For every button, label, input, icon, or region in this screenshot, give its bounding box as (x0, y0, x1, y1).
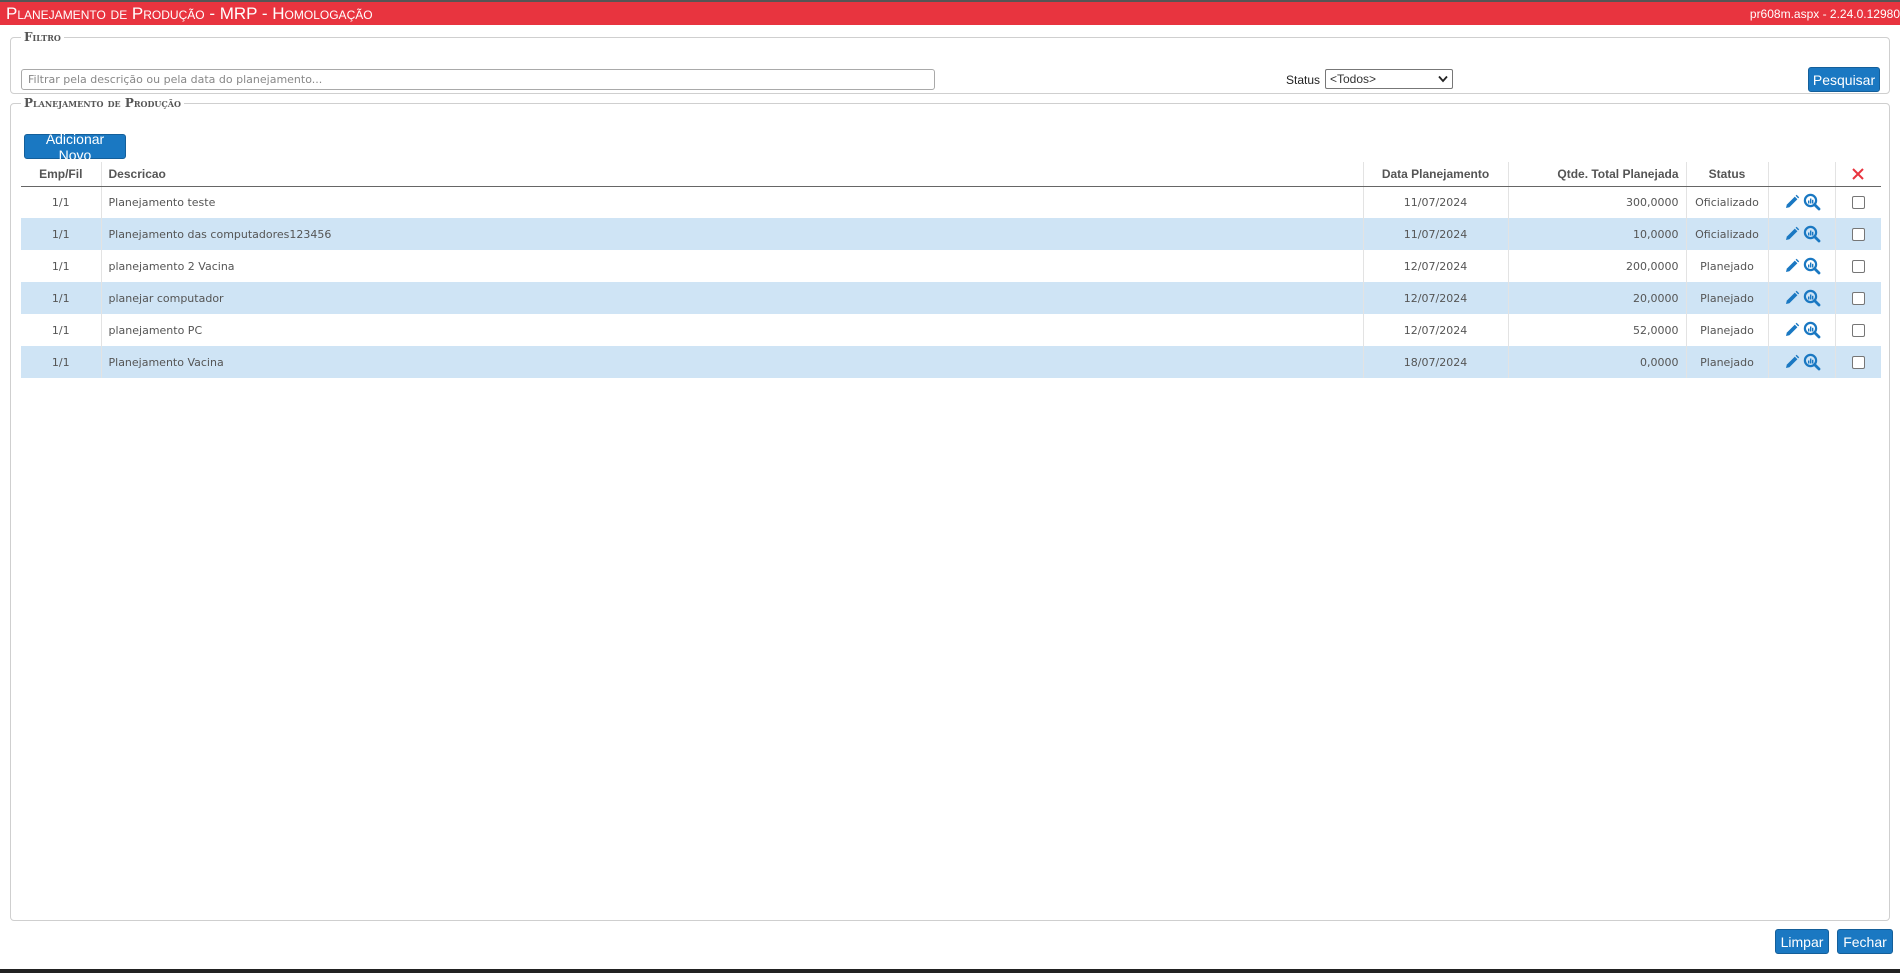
cell-actions (1767, 218, 1835, 250)
page-title: Planejamento de Produção - MRP - Homolog… (6, 3, 373, 23)
title-bar: Planejamento de Produção - MRP - Homolog… (0, 0, 1900, 25)
column-header-descricao[interactable]: Descricao (100, 162, 1363, 187)
row-checkbox[interactable] (1851, 323, 1865, 337)
cell-data-planejamento: 12/07/2024 (1362, 314, 1508, 346)
cell-emp-fil: 1/1 (51, 259, 70, 273)
cell-qtde-total: 0,0000 (1507, 346, 1686, 378)
planning-legend: Planejamento de Produção (24, 96, 181, 110)
magnifier-chart-icon[interactable] (1803, 225, 1821, 243)
cell-status: Planejado (1685, 314, 1768, 346)
version-label: pr608m.aspx - 2.24.0.12980 (1749, 6, 1900, 21)
filter-panel: Filtro Status <Todos> Pesquisar (10, 30, 1890, 94)
cell-descricao: Planejamento Vacina (100, 346, 1363, 378)
add-new-button[interactable]: Adicionar Novo (24, 131, 126, 163)
status-selected-value: <Todos> (1330, 72, 1377, 86)
filter-legend: Filtro (24, 30, 61, 44)
bottom-strip (0, 969, 1900, 973)
cell-status: Oficializado (1685, 186, 1768, 218)
row-checkbox[interactable] (1851, 227, 1865, 241)
column-header-delete (1834, 162, 1881, 187)
table-header-row: Emp/Fil Descricao Data Planejamento Qtde… (21, 162, 1881, 187)
column-header-status[interactable]: Status (1685, 162, 1768, 187)
column-header-emp-fil[interactable]: Emp/Fil (21, 162, 101, 187)
cell-data-planejamento: 11/07/2024 (1362, 218, 1508, 250)
magnifier-chart-icon[interactable] (1803, 257, 1821, 275)
pencil-icon[interactable] (1783, 257, 1801, 275)
cell-qtde-total: 200,0000 (1507, 250, 1686, 282)
cell-status: Planejado (1685, 282, 1768, 314)
pencil-icon[interactable] (1783, 321, 1801, 339)
search-button[interactable]: Pesquisar (1808, 67, 1880, 92)
cell-status: Planejado (1685, 250, 1768, 282)
cell-data-planejamento: 18/07/2024 (1362, 346, 1508, 378)
cell-emp-fil: 1/1 (21, 282, 101, 314)
cell-descricao: planejamento PC (100, 314, 1363, 346)
table-row[interactable]: 1/1 planejar computador 12/07/2024 20,0000 P… (21, 282, 1881, 314)
clear-button[interactable]: Limpar (1775, 929, 1829, 954)
close-x-icon[interactable] (1851, 167, 1865, 181)
cell-data-planejamento: 11/07/2024 (1362, 186, 1508, 218)
cell-actions (1767, 346, 1835, 378)
pencil-icon[interactable] (1783, 193, 1801, 211)
table-row[interactable]: 1/1 planejamento PC 12/07/2024 52,0000 Plane… (21, 314, 1881, 346)
status-label: Status (1286, 73, 1321, 87)
table-row[interactable]: 1/1 Planejamento teste 11/07/2024 300,0000 O… (21, 186, 1881, 218)
cell-qtde-total: 10,0000 (1507, 218, 1686, 250)
pencil-icon[interactable] (1783, 289, 1801, 307)
row-checkbox[interactable] (1851, 355, 1865, 369)
column-header-actions (1767, 162, 1835, 187)
table-row[interactable]: 1/1 planejamento 2 Vacina 12/07/2024 200,00… (21, 250, 1881, 282)
cell-descricao: planejar computador (100, 282, 1363, 314)
cell-data-planejamento: 12/07/2024 (1362, 250, 1508, 282)
magnifier-chart-icon[interactable] (1803, 353, 1821, 371)
cell-actions (1767, 282, 1835, 314)
magnifier-chart-icon[interactable] (1803, 289, 1821, 307)
cell-select (1834, 346, 1881, 378)
cell-qtde-total: 20,0000 (1507, 282, 1686, 314)
column-header-qtde-total[interactable]: Qtde. Total Planejada (1507, 162, 1686, 187)
planning-table: Emp/Fil Descricao Data Planejamento Qtde… (21, 162, 1881, 378)
cell-status: Planejado (1685, 346, 1768, 378)
cell-emp-fil: 1/1 (51, 195, 70, 209)
cell-actions (1767, 186, 1835, 218)
cell-qtde-total: 52,0000 (1507, 314, 1686, 346)
cell-descricao: planejamento 2 Vacina (100, 250, 1363, 282)
cell-select (1834, 314, 1881, 346)
cell-status: Oficializado (1685, 218, 1768, 250)
magnifier-chart-icon[interactable] (1803, 321, 1821, 339)
cell-select (1834, 250, 1881, 282)
table-row[interactable]: 1/1 Planejamento das computadores123456 11… (21, 218, 1881, 250)
cell-qtde-total: 300,0000 (1507, 186, 1686, 218)
pencil-icon[interactable] (1783, 353, 1801, 371)
planning-panel: Planejamento de Produção Adicionar Novo … (10, 96, 1890, 921)
cell-actions (1767, 314, 1835, 346)
pencil-icon[interactable] (1783, 225, 1801, 243)
row-checkbox[interactable] (1851, 259, 1865, 273)
chevron-down-icon (1438, 75, 1448, 83)
cell-emp-fil: 1/1 (51, 323, 70, 337)
cell-data-planejamento: 12/07/2024 (1362, 282, 1508, 314)
cell-actions (1767, 250, 1835, 282)
table-row[interactable]: 1/1 Planejamento Vacina 18/07/2024 0,0000 Pl… (21, 346, 1881, 378)
cell-descricao: Planejamento das computadores123456 (100, 218, 1363, 250)
cell-select (1834, 186, 1881, 218)
cell-descricao: Planejamento teste (100, 186, 1363, 218)
cell-emp-fil: 1/1 (21, 218, 101, 250)
close-button[interactable]: Fechar (1837, 929, 1893, 954)
cell-select (1834, 282, 1881, 314)
row-checkbox[interactable] (1851, 196, 1865, 209)
filter-input[interactable] (21, 69, 935, 90)
column-header-data-planejamento[interactable]: Data Planejamento (1362, 162, 1508, 187)
magnifier-chart-icon[interactable] (1803, 193, 1821, 211)
cell-emp-fil: 1/1 (21, 346, 101, 378)
cell-select (1834, 218, 1881, 250)
status-select[interactable]: <Todos> (1325, 69, 1453, 89)
row-checkbox[interactable] (1851, 291, 1865, 305)
